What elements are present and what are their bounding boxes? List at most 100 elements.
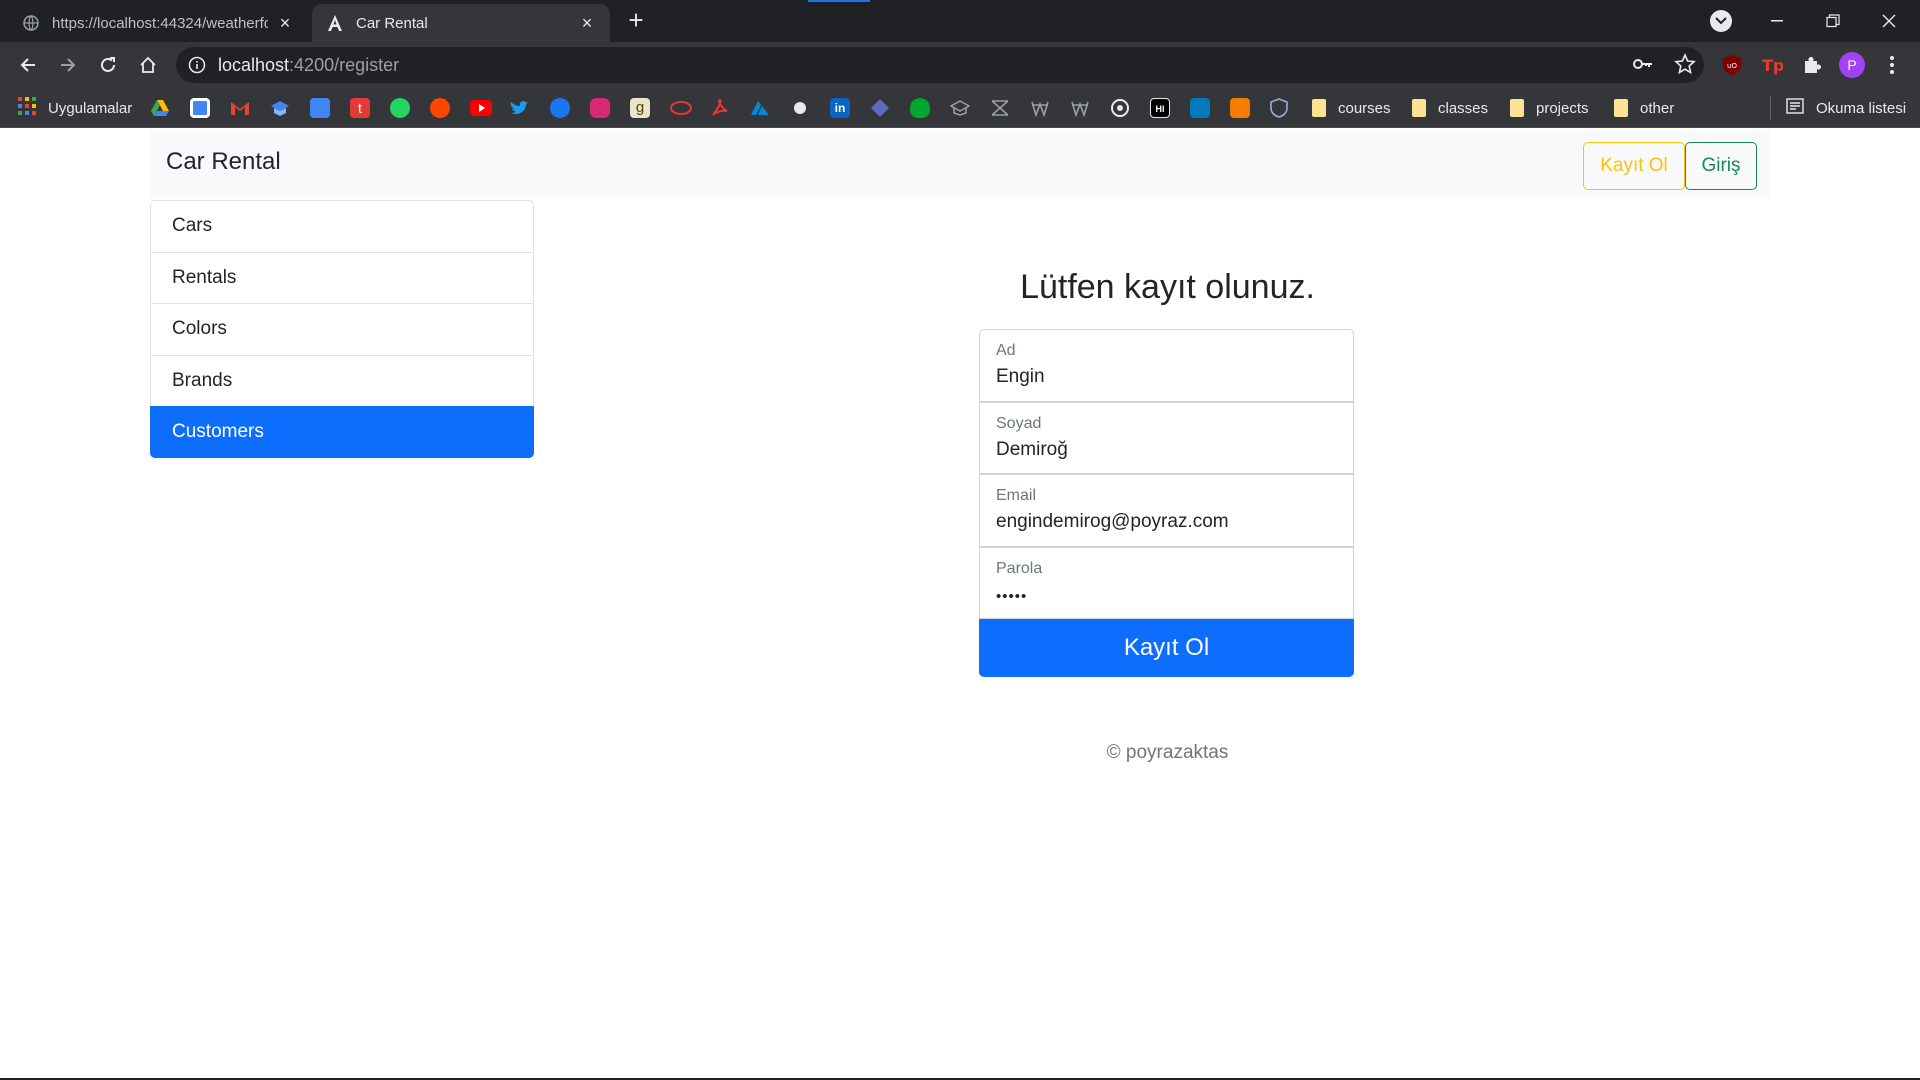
bookmark-folder-label: classes <box>1438 99 1489 117</box>
browser-toolbar: localhost:4200/register uO Tp P <box>0 42 1920 88</box>
tab-weatherforecast[interactable]: https://localhost:44324/weatherforecast … <box>8 4 308 42</box>
app-navbar: Car Rental Kayıt Ol Giriş <box>150 130 1770 198</box>
tumblr-icon[interactable]: t <box>350 98 370 118</box>
close-tab-icon[interactable]: × <box>578 13 596 33</box>
tab-title: Car Rental <box>356 14 428 32</box>
browser-tab-strip: https://localhost:44324/weatherforecast … <box>0 0 1920 42</box>
acrobat-icon[interactable] <box>710 98 730 118</box>
rotate-app-icon[interactable] <box>670 98 692 118</box>
minimize-icon[interactable] <box>1750 0 1804 42</box>
new-tab-icon[interactable]: + <box>624 7 648 33</box>
network-grid-icon[interactable] <box>990 98 1010 118</box>
close-window-icon[interactable] <box>1862 0 1916 42</box>
google-calendar-icon[interactable] <box>190 98 210 118</box>
facebook-icon[interactable] <box>550 98 570 118</box>
key-icon[interactable] <box>1632 53 1654 80</box>
submit-register-button[interactable]: Kayıt Ol <box>979 619 1354 677</box>
close-tab-icon[interactable]: × <box>276 13 294 33</box>
reddit-icon[interactable] <box>430 98 450 118</box>
sidebar-item-customers[interactable]: Customers <box>150 406 534 458</box>
last-name-field[interactable]: Soyad Demiroğ <box>979 401 1354 474</box>
svg-text:uO: uO <box>1727 62 1737 70</box>
footer-copyright: © poyrazaktas <box>1106 742 1229 763</box>
address-bar[interactable]: localhost:4200/register <box>176 47 1704 83</box>
tab-drag-indicator <box>808 0 870 2</box>
graduation-cap-icon[interactable] <box>950 98 970 118</box>
youtube-icon[interactable] <box>470 98 492 118</box>
instagram-icon[interactable] <box>590 98 610 118</box>
sidebar-item-brands[interactable]: Brands <box>150 354 534 406</box>
email-label: Email <box>996 487 1037 504</box>
apps-grid-icon <box>18 97 36 119</box>
app-spiral-icon[interactable] <box>1110 98 1130 118</box>
url-host: localhost <box>218 54 290 75</box>
forward-icon[interactable] <box>54 51 82 79</box>
extensions-puzzle-icon[interactable] <box>1798 51 1826 79</box>
reading-list-icon <box>1786 98 1804 118</box>
google-classroom-icon[interactable] <box>270 98 290 118</box>
bookmarks-divider <box>1770 96 1771 120</box>
trello-icon[interactable] <box>1190 98 1210 118</box>
last-name-value[interactable]: Demiroğ <box>996 439 1068 461</box>
sidebar-menu: Cars Rentals Colors Brands Customers <box>150 200 534 458</box>
goodreads-icon[interactable]: g <box>630 98 650 118</box>
url-path: :4200/register <box>289 54 400 75</box>
reload-icon[interactable] <box>94 51 122 79</box>
bookmark-folder-projects[interactable]: projects <box>1510 98 1589 118</box>
evernote-icon[interactable] <box>910 98 930 118</box>
bookmark-folder-classes[interactable]: classes <box>1412 98 1488 118</box>
sidebar-item-colors[interactable]: Colors <box>150 303 534 355</box>
sidebar-item-rentals[interactable]: Rentals <box>150 251 534 303</box>
profile-avatar[interactable]: P <box>1838 51 1866 79</box>
password-field[interactable]: Parola ••••• <box>979 546 1354 619</box>
linkedin-icon[interactable]: in <box>830 98 850 118</box>
email-field[interactable]: Email engindemirog@poyraz.com <box>979 474 1354 547</box>
register-form: Ad Engin Soyad Demiroğ Email engindemiro… <box>979 329 1354 619</box>
tab-title: https://localhost:44324/weatherforecast <box>52 14 268 32</box>
restore-icon[interactable] <box>1806 0 1860 42</box>
bookmark-folder-other[interactable]: other <box>1614 98 1674 118</box>
profile-initial: P <box>1839 52 1865 78</box>
folder-icon <box>1614 99 1628 117</box>
google-drive-icon[interactable] <box>150 98 170 118</box>
app-w2-icon[interactable] <box>1070 98 1090 118</box>
back-icon[interactable] <box>14 51 42 79</box>
bookmark-star-icon[interactable] <box>1674 52 1696 80</box>
twitter-icon[interactable] <box>510 98 530 118</box>
gmail-icon[interactable] <box>230 98 250 118</box>
angular-icon <box>326 14 344 32</box>
site-info-icon[interactable] <box>188 56 206 74</box>
reading-list-label: Okuma listesi <box>1816 99 1907 117</box>
first-name-value[interactable]: Engin <box>996 366 1045 388</box>
github-icon[interactable] <box>790 98 810 118</box>
sidebar-item-cars[interactable]: Cars <box>150 200 534 252</box>
bookmark-folder-courses[interactable]: courses <box>1312 98 1391 118</box>
tp-extension-icon[interactable]: Tp <box>1758 51 1786 79</box>
reading-list[interactable]: Okuma listesi <box>1786 98 1906 118</box>
first-name-label: Ad <box>996 342 1016 359</box>
app-orange-icon[interactable] <box>1230 98 1250 118</box>
home-icon[interactable] <box>134 51 162 79</box>
login-button[interactable]: Giriş <box>1685 142 1757 190</box>
shield-app-icon[interactable] <box>1270 98 1288 118</box>
tab-search-icon[interactable] <box>1710 10 1732 32</box>
bookmark-folder-label: other <box>1640 99 1675 117</box>
app-brand[interactable]: Car Rental <box>166 148 281 176</box>
ublock-icon[interactable]: uO <box>1718 51 1746 79</box>
email-value[interactable]: engindemirog@poyraz.com <box>996 511 1229 533</box>
tab-car-rental[interactable]: Car Rental × <box>312 4 610 42</box>
google-translate-icon[interactable] <box>310 98 330 118</box>
folder-icon <box>1312 99 1326 117</box>
bookmark-folder-label: projects <box>1536 99 1589 117</box>
whatsapp-icon[interactable] <box>390 98 410 118</box>
first-name-field[interactable]: Ad Engin <box>979 329 1354 402</box>
page-content: Car Rental Kayıt Ol Giriş Cars Rentals C… <box>0 128 1920 1078</box>
app-cube-icon[interactable] <box>870 98 890 118</box>
menu-kebab-icon[interactable] <box>1878 51 1906 79</box>
hashnode-icon[interactable]: HI <box>1150 98 1170 118</box>
register-button[interactable]: Kayıt Ol <box>1583 142 1685 190</box>
password-value[interactable]: ••••• <box>996 588 1027 605</box>
bookmark-apps[interactable]: Uygulamalar <box>18 97 132 119</box>
azure-icon[interactable] <box>750 98 770 118</box>
app-w-icon[interactable] <box>1030 98 1050 118</box>
